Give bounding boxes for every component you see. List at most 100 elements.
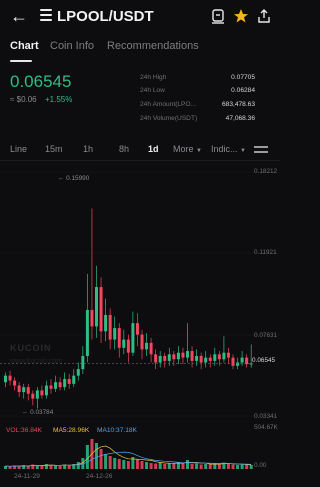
candle-body (4, 375, 7, 383)
volume-bar (76, 462, 80, 469)
caret-down-icon: ▼ (196, 148, 202, 154)
candle-body (8, 375, 12, 381)
volume-bar (122, 460, 126, 469)
candle-body (158, 355, 162, 363)
tab-chart[interactable]: Chart (10, 40, 39, 52)
menu-icon[interactable] (40, 9, 52, 24)
volume-bar (226, 464, 230, 469)
candle-body (54, 382, 58, 389)
candle-body (176, 352, 180, 360)
volume-bar (195, 463, 199, 469)
volume-bar (163, 464, 167, 469)
volume-bar (126, 461, 130, 469)
share-icon[interactable] (256, 8, 272, 24)
candle-body (85, 310, 89, 356)
active-tab-indicator (10, 60, 32, 62)
candle-body (90, 310, 94, 327)
candle-body (22, 387, 26, 393)
interval-line[interactable]: Line (10, 144, 27, 154)
volume-bar (208, 464, 212, 469)
interval-8h[interactable]: 8h (119, 144, 129, 154)
indicators-label: Indic... (211, 144, 238, 154)
volume-bar (117, 459, 121, 469)
candle-body (17, 385, 21, 393)
low-marker-value: 0.03784 (30, 409, 54, 416)
candle-body (104, 314, 108, 332)
candle-body (208, 357, 212, 361)
star-icon[interactable] (233, 8, 249, 24)
candle-body (217, 354, 221, 360)
candle-body (126, 339, 130, 353)
volume-bar (145, 462, 149, 469)
volume-bar (204, 464, 208, 469)
low-marker: ← 0.03784 (22, 409, 54, 416)
candle-body (140, 334, 144, 350)
volume-bar (4, 466, 7, 469)
last-price: 0.06545 (10, 72, 72, 91)
volume-bar (67, 465, 71, 469)
arrow-left-icon[interactable]: ← (10, 6, 28, 27)
volume-bar (217, 464, 221, 469)
candle-body (35, 390, 39, 399)
stat-value-low: 0.06284 (231, 87, 255, 94)
candlestick-chart[interactable] (0, 160, 280, 487)
change-percent: +1.55% (45, 95, 73, 104)
volume-bar (58, 466, 62, 469)
tab-coin-info[interactable]: Coin Info (50, 40, 94, 52)
candle-body (40, 390, 44, 396)
volume-bar (99, 449, 103, 469)
volume-bar (113, 458, 117, 469)
candle-body (58, 382, 62, 388)
stat-label-amount: 24h Amount(LPO... (140, 101, 197, 108)
tab-recommendations[interactable]: Recommendations (107, 40, 199, 52)
candle-body (26, 387, 30, 394)
volume-bar (181, 463, 185, 469)
x-tick-0: 24-11-29 (14, 473, 40, 480)
current-price-tag: 0.06545 (252, 357, 276, 364)
tab-bar: Chart Coin Info Recommendations (0, 38, 280, 64)
app-header: ← LPOOL/USDT (0, 0, 280, 34)
candle-body (108, 314, 112, 340)
candle-body (213, 354, 217, 361)
interval-1d[interactable]: 1d (148, 144, 159, 154)
candle-body (13, 380, 17, 386)
indicators-button[interactable]: Indic... ▼ (211, 144, 246, 154)
volume-bar (158, 462, 162, 469)
candle-body (44, 385, 48, 396)
stat-value-volume: 47,068.36 (225, 115, 255, 122)
stat-label-high: 24h High (140, 74, 167, 81)
candle-body (240, 357, 244, 363)
interval-15m[interactable]: 15m (45, 144, 63, 154)
high-marker-value: 0.15990 (66, 175, 90, 182)
candles-layer (4, 208, 253, 409)
y-tick-3: 0.03341 (254, 413, 278, 420)
interval-1h[interactable]: 1h (83, 144, 93, 154)
volume-bar (26, 466, 30, 469)
interval-more[interactable]: More ▼ (173, 144, 202, 154)
x-tick-1: 24-12-26 (86, 473, 113, 480)
candle-body (113, 328, 117, 340)
pair-title[interactable]: LPOOL/USDT (57, 8, 154, 25)
candle-body (181, 352, 185, 358)
candle-body (72, 375, 76, 384)
vol-legend: VOL:36.84K (6, 427, 42, 434)
candle-body (154, 354, 158, 363)
candle-body (145, 342, 149, 350)
price-alert-icon[interactable] (210, 8, 226, 24)
vol-tick-zero: 0.00 (254, 462, 267, 469)
volume-bar (40, 466, 44, 469)
volume-bar (154, 463, 158, 469)
candle-body (231, 357, 235, 366)
volume-bar (236, 465, 240, 469)
candle-body (131, 323, 135, 353)
volume-bar (231, 464, 235, 469)
sliders-icon[interactable] (254, 144, 268, 156)
volume-bar (149, 463, 153, 469)
candle-body (99, 287, 103, 332)
volume-bar (172, 463, 176, 469)
volume-bar (104, 454, 108, 469)
candle-body (204, 357, 208, 363)
candle-body (95, 287, 98, 327)
ma10-legend: MA10:37.18K (97, 427, 137, 434)
candle-body (163, 355, 167, 361)
